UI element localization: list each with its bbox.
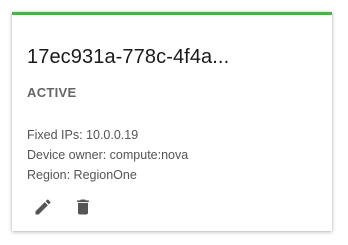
port-card: 17ec931a-778c-4f4a... ACTIVE Fixed IPs: …: [12, 12, 332, 231]
pencil-icon: [35, 199, 51, 215]
card-actions: [32, 196, 94, 218]
trash-icon: [77, 199, 89, 215]
delete-button[interactable]: [72, 196, 94, 218]
card-details: Fixed IPs: 10.0.0.19 Device owner: compu…: [27, 125, 188, 185]
device-owner-line: Device owner: compute:nova: [27, 148, 189, 162]
edit-button[interactable]: [32, 196, 54, 218]
region-line: Region: RegionOne: [27, 168, 137, 182]
fixed-ips-line: Fixed IPs: 10.0.0.19: [27, 128, 139, 142]
card-title: 17ec931a-778c-4f4a...: [27, 46, 230, 68]
status-label: ACTIVE: [27, 85, 77, 100]
